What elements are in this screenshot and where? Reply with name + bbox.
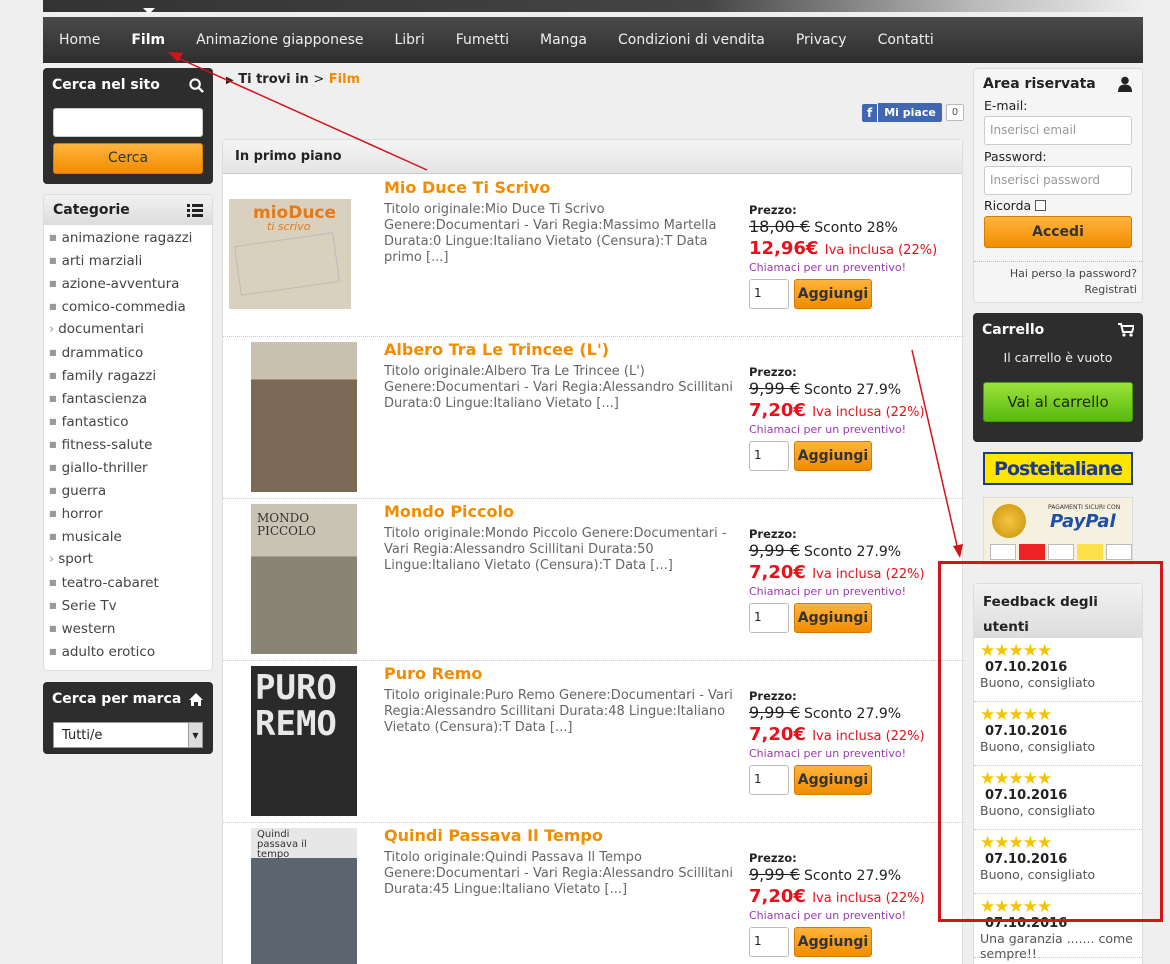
annotation-arrows <box>168 52 963 558</box>
